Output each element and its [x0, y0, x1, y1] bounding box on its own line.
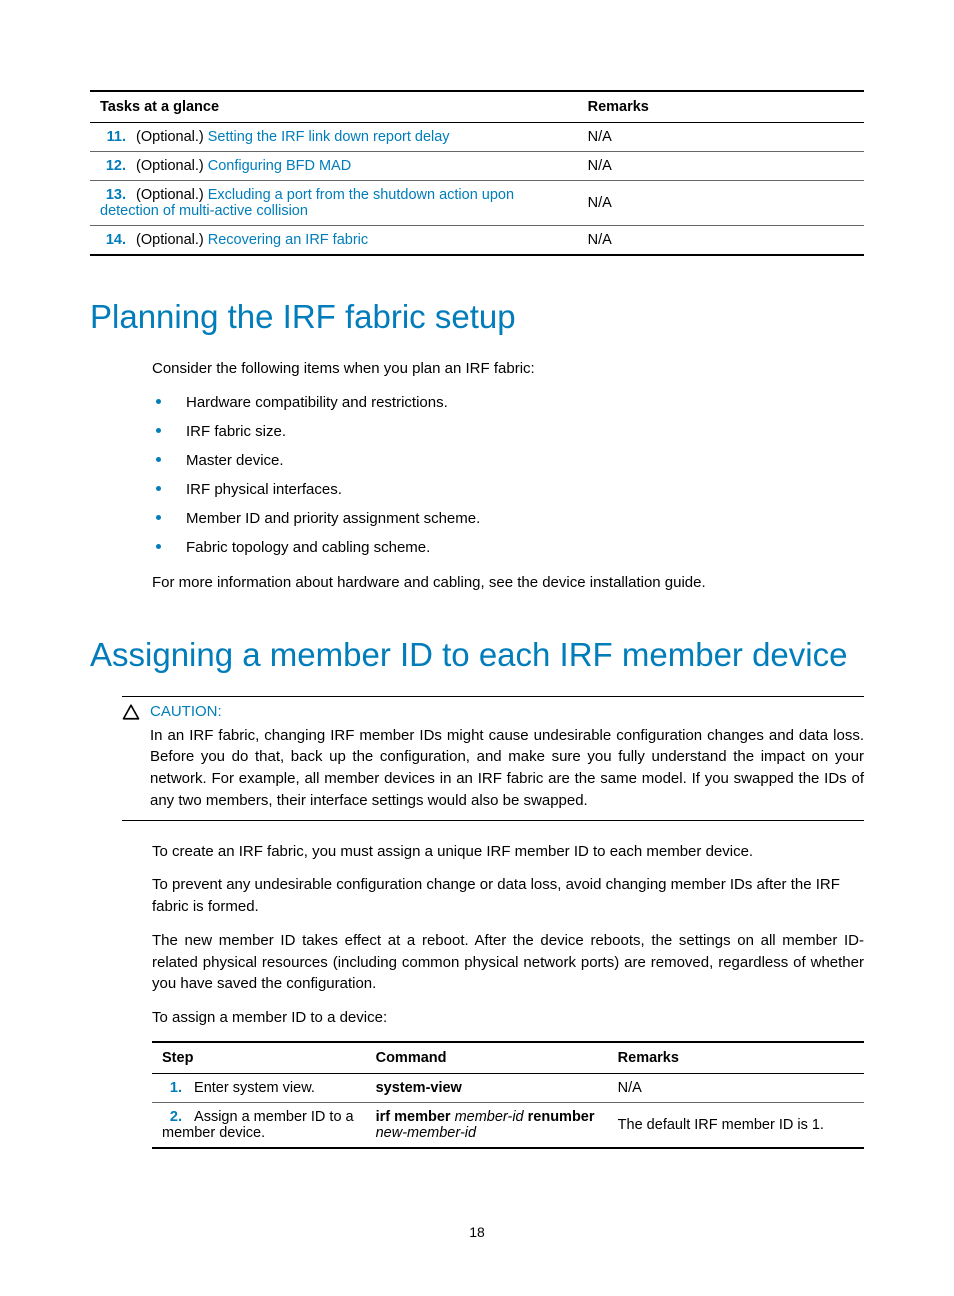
assigning-p3: The new member ID takes effect at a rebo…	[152, 930, 864, 995]
row-number: 12.	[100, 158, 126, 174]
row-number: 11.	[100, 129, 126, 145]
planning-bullets: Hardware compatibility and restrictions.…	[152, 392, 864, 558]
step-desc: Assign a member ID to a member device.	[162, 1109, 354, 1141]
tasks-header: Tasks at a glance	[90, 91, 578, 123]
caution-text: In an IRF fabric, changing IRF member ID…	[150, 725, 864, 812]
table-row: 1. Enter system view. system-view N/A	[152, 1073, 864, 1102]
assigning-p4: To assign a member ID to a device:	[152, 1007, 864, 1029]
caution-icon	[122, 703, 140, 721]
remarks-cell: The default IRF member ID is 1.	[608, 1102, 864, 1148]
table-row: 2. Assign a member ID to a member device…	[152, 1102, 864, 1148]
remarks-cell: N/A	[578, 226, 864, 256]
assigning-p2: To prevent any undesirable configuration…	[152, 874, 864, 918]
task-link[interactable]: Configuring BFD MAD	[208, 158, 351, 174]
command-italic: new-member-id	[376, 1125, 476, 1141]
command-bold: renumber	[528, 1109, 595, 1125]
list-item: Member ID and priority assignment scheme…	[152, 508, 864, 529]
planning-intro: Consider the following items when you pl…	[152, 358, 864, 380]
page-number: 18	[0, 1224, 954, 1240]
step-desc: Enter system view.	[194, 1080, 315, 1096]
remarks-header: Remarks	[578, 91, 864, 123]
list-item: Fabric topology and cabling scheme.	[152, 537, 864, 558]
remarks-cell: N/A	[578, 123, 864, 152]
list-item: Master device.	[152, 450, 864, 471]
heading-planning: Planning the IRF fabric setup	[90, 298, 864, 336]
table-row: 11. (Optional.) Setting the IRF link dow…	[90, 123, 864, 152]
task-link[interactable]: Recovering an IRF fabric	[208, 232, 368, 248]
table-row: 14. (Optional.) Recovering an IRF fabric…	[90, 226, 864, 256]
heading-assigning: Assigning a member ID to each IRF member…	[90, 636, 864, 674]
row-number: 14.	[100, 232, 126, 248]
list-item: IRF fabric size.	[152, 421, 864, 442]
row-number: 13.	[100, 187, 126, 203]
tasks-at-a-glance-table: Tasks at a glance Remarks 11. (Optional.…	[90, 90, 864, 256]
caution-label: CAUTION:	[150, 703, 222, 720]
list-item: Hardware compatibility and restrictions.	[152, 392, 864, 413]
steps-table: Step Command Remarks 1. Enter system vie…	[152, 1041, 864, 1149]
remarks-cell: N/A	[578, 152, 864, 181]
table-row: 12. (Optional.) Configuring BFD MAD N/A	[90, 152, 864, 181]
step-number: 1.	[162, 1080, 182, 1096]
table-row: 13. (Optional.) Excluding a port from th…	[90, 181, 864, 226]
command-header: Command	[366, 1042, 608, 1074]
task-link[interactable]: Setting the IRF link down report delay	[208, 129, 450, 145]
assigning-p1: To create an IRF fabric, you must assign…	[152, 841, 864, 863]
step-number: 2.	[162, 1109, 182, 1125]
remarks-cell: N/A	[608, 1073, 864, 1102]
command-bold: irf member	[376, 1109, 451, 1125]
command-text: system-view	[376, 1080, 462, 1096]
caution-box: CAUTION: In an IRF fabric, changing IRF …	[122, 696, 864, 821]
step-header: Step	[152, 1042, 366, 1074]
remarks-header: Remarks	[608, 1042, 864, 1074]
optional-prefix: (Optional.)	[136, 187, 208, 203]
command-italic: member-id	[451, 1109, 528, 1125]
planning-closing: For more information about hardware and …	[152, 572, 864, 594]
optional-prefix: (Optional.)	[136, 232, 208, 248]
optional-prefix: (Optional.)	[136, 158, 208, 174]
remarks-cell: N/A	[578, 181, 864, 226]
list-item: IRF physical interfaces.	[152, 479, 864, 500]
optional-prefix: (Optional.)	[136, 129, 208, 145]
